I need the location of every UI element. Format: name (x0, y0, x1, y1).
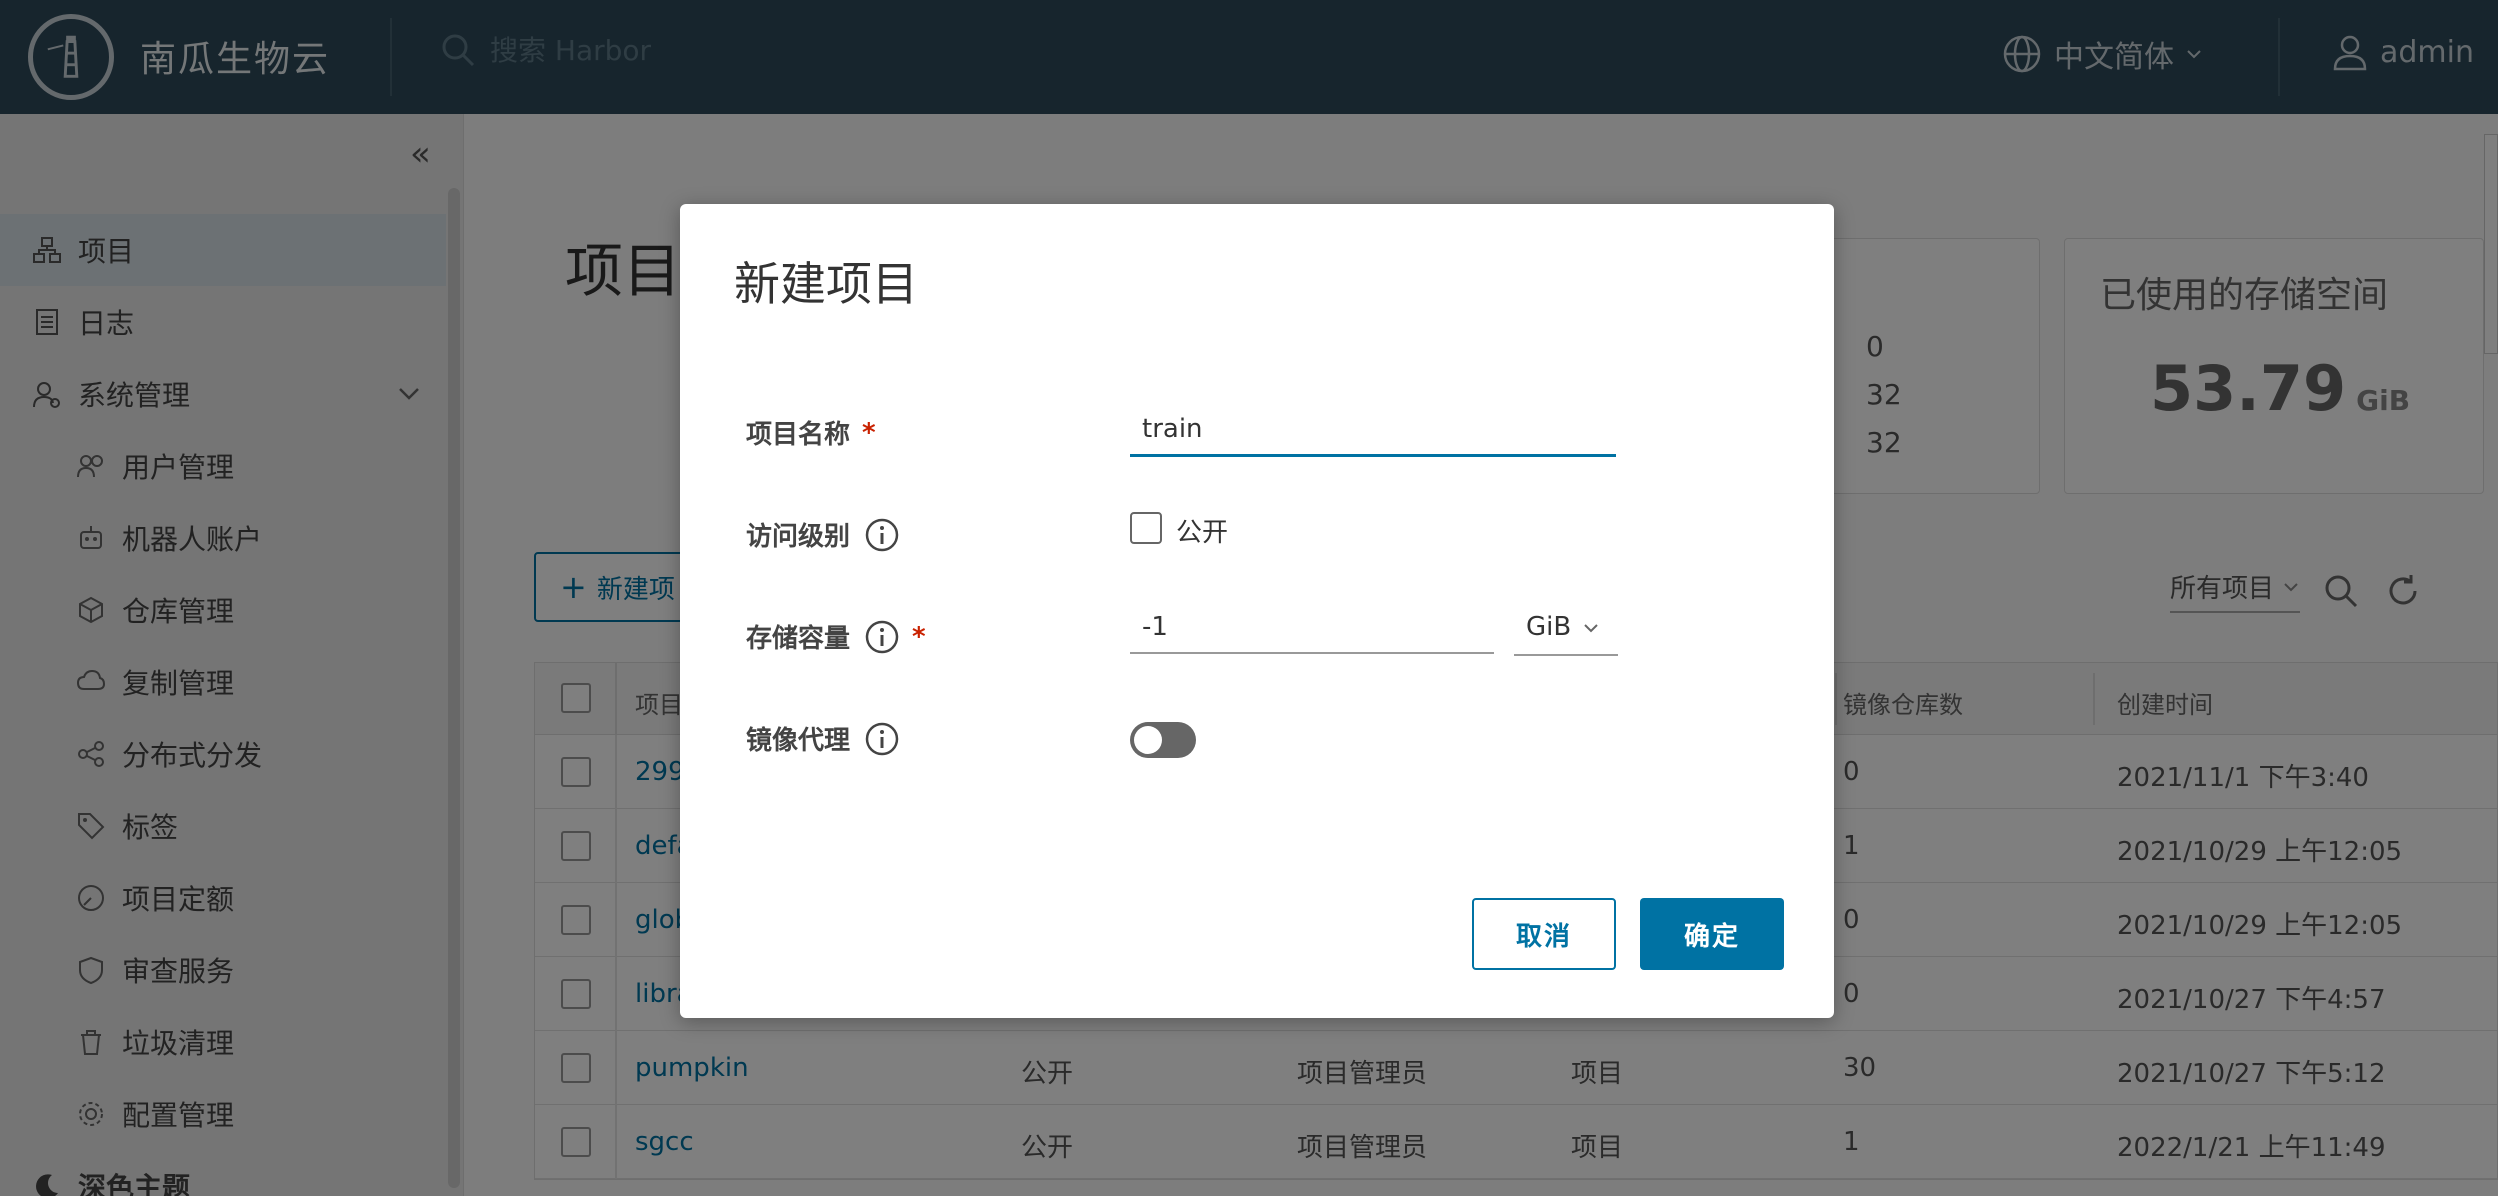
public-label[interactable]: 公开 (1176, 512, 1228, 549)
chevron-down-icon (1584, 624, 1598, 633)
required-marker: * (862, 417, 876, 448)
proxy-cache-toggle[interactable] (1130, 722, 1196, 758)
dialog-title: 新建项目 (734, 257, 918, 311)
required-marker: * (912, 621, 926, 652)
field-label: 镜像代理 (746, 726, 851, 756)
cancel-button[interactable]: 取消 (1472, 898, 1616, 970)
field-label: 项目名称 (746, 420, 851, 450)
unit-value: GiB (1526, 612, 1572, 642)
info-icon[interactable] (864, 721, 900, 757)
field-label: 存储容量 (746, 624, 851, 654)
access-level-label: 访问级别 (746, 516, 900, 553)
info-icon[interactable] (864, 619, 900, 655)
public-checkbox[interactable] (1130, 512, 1162, 544)
confirm-button[interactable]: 确定 (1640, 898, 1784, 970)
storage-quota-input[interactable] (1130, 612, 1494, 654)
storage-unit-select[interactable]: GiB (1514, 612, 1618, 656)
toggle-knob (1134, 726, 1162, 754)
new-project-dialog: 新建项目 项目名称 * 访问级别 公开 存储容量 * GiB 镜像代理 取消 确定 (680, 204, 1834, 1018)
field-label: 访问级别 (746, 522, 851, 552)
project-name-label: 项目名称 * (746, 414, 876, 451)
info-icon[interactable] (864, 517, 900, 553)
storage-quota-label: 存储容量 * (746, 618, 926, 655)
proxy-cache-label: 镜像代理 (746, 720, 900, 757)
project-name-input[interactable] (1130, 414, 1616, 457)
